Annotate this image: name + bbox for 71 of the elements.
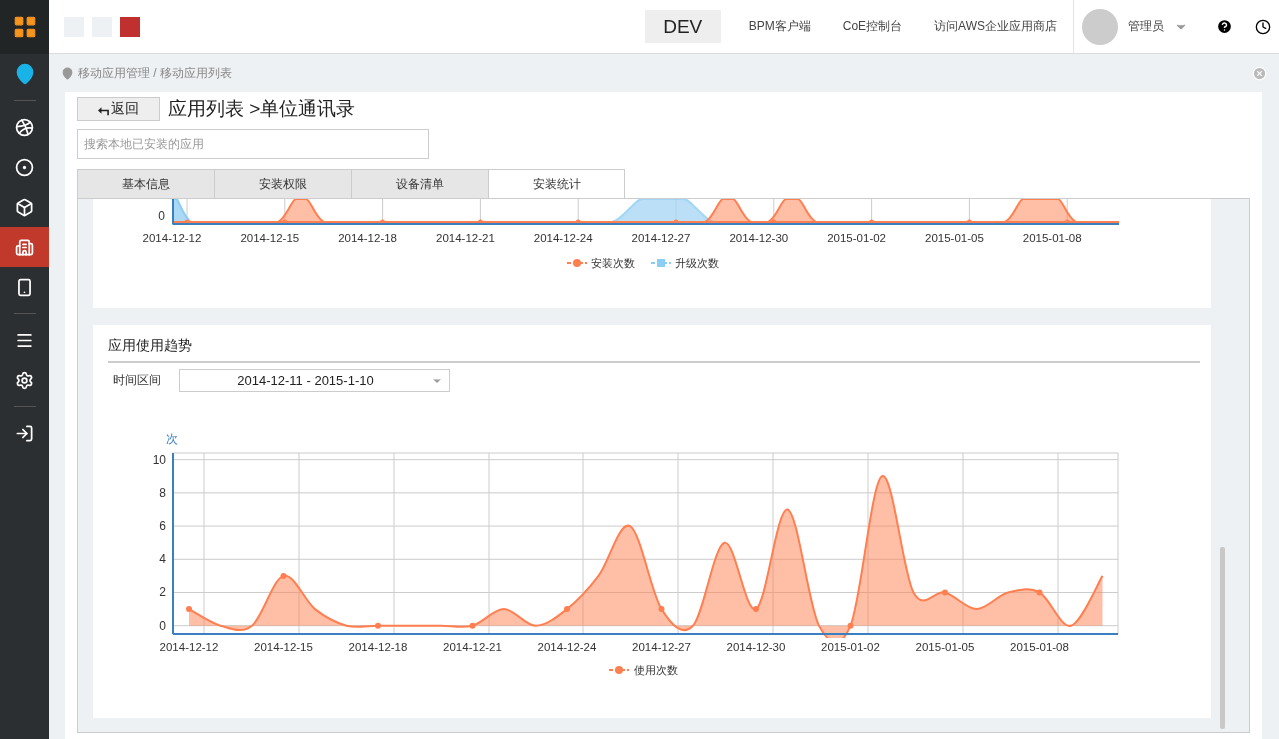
axis-tick: 4 xyxy=(159,552,166,567)
legend-label: 升级次数 xyxy=(675,257,719,269)
data-point xyxy=(942,589,948,596)
location-icon xyxy=(61,66,74,80)
data-point xyxy=(847,622,854,629)
axis-label: 2015-01-08 xyxy=(1022,232,1082,244)
axis-label: 2015-01-05 xyxy=(925,232,984,244)
building-icon xyxy=(15,237,34,257)
axis-label: 2014-12-15 xyxy=(240,232,300,244)
legend-marker xyxy=(566,259,588,267)
field-label: 时间区间 xyxy=(113,372,161,389)
axis-label: 2014-12-30 xyxy=(729,232,789,244)
search-field[interactable]: 搜索本地已安装的应用 xyxy=(77,129,429,159)
header-link[interactable]: BPM客户端 xyxy=(732,18,827,35)
axis-label: 2014-12-24 xyxy=(537,641,597,653)
tab[interactable]: 基本信息 xyxy=(77,169,214,199)
data-point xyxy=(658,606,665,613)
axis-label: 2014-12-15 xyxy=(254,641,313,653)
legend-label: 使用次数 xyxy=(634,664,678,676)
axis-tick: 2 xyxy=(159,585,166,600)
data-point xyxy=(375,622,381,629)
axis-label: 2014-12-12 xyxy=(159,641,219,653)
date-range-select[interactable]: 2014-12-11 - 2015-1-10 xyxy=(179,369,450,392)
ball-icon xyxy=(15,117,34,137)
back-button[interactable]: ⮢返回 xyxy=(77,97,160,121)
axis-label: 2015-01-02 xyxy=(821,641,880,653)
axis-label: 2014-12-21 xyxy=(436,232,495,244)
data-point xyxy=(1036,589,1043,596)
axis-tick: 10 xyxy=(152,452,166,467)
data-point xyxy=(186,606,192,613)
axis-label: 2014-12-24 xyxy=(533,232,593,244)
data-point xyxy=(280,572,287,579)
axis-tick: 6 xyxy=(159,519,166,534)
axis-tick: 0 xyxy=(158,209,165,223)
breadcrumb: 移动应用管理 / 移动应用列表 xyxy=(78,64,232,82)
axis-tick: 8 xyxy=(159,485,166,500)
data-point xyxy=(469,622,476,629)
axis-label: 2014-12-27 xyxy=(631,232,691,244)
tab[interactable]: 设备清单 xyxy=(351,169,488,199)
axis-label: 2014-12-21 xyxy=(443,641,502,653)
axis-label: 2014-12-18 xyxy=(338,232,397,244)
data-point xyxy=(753,606,759,613)
help-icon[interactable] xyxy=(1216,18,1233,35)
data-point xyxy=(564,606,570,613)
phone-icon xyxy=(15,277,34,297)
cube-icon xyxy=(15,197,34,217)
header-link[interactable]: CoE控制台 xyxy=(826,18,919,35)
axis-label: 2015-01-05 xyxy=(915,641,975,653)
scrollbar[interactable] xyxy=(1220,547,1225,729)
axis-label: 2014-12-18 xyxy=(348,641,408,653)
legend-label: 安装次数 xyxy=(591,257,635,269)
panel-title: 应用使用趋势 xyxy=(108,337,192,355)
clock-icon[interactable] xyxy=(1255,18,1271,35)
page-title: 应用列表 >单位通讯录 xyxy=(168,97,356,121)
axis-label: 2014-12-27 xyxy=(632,641,691,653)
axis-label: 2014-12-30 xyxy=(726,641,786,653)
axis-label: 2014-12-12 xyxy=(142,232,202,244)
settings-icon xyxy=(15,370,34,390)
legend-marker xyxy=(608,666,630,674)
exit-icon xyxy=(15,423,34,443)
header-link[interactable]: 访问AWS企业应用商店 xyxy=(918,18,1073,35)
axis-tick: 0 xyxy=(159,618,166,633)
tab[interactable]: 安装权限 xyxy=(214,169,351,199)
user-name[interactable]: 管理员 xyxy=(1128,18,1164,35)
legend-marker xyxy=(650,259,672,267)
environment-badge: DEV xyxy=(644,10,721,43)
tab[interactable]: 安装统计 xyxy=(488,169,625,199)
logo-tile xyxy=(120,16,140,37)
axis-label: 2015-01-08 xyxy=(1010,641,1069,653)
axis-title: 次 xyxy=(166,432,178,446)
axis-label: 2015-01-02 xyxy=(827,232,886,244)
